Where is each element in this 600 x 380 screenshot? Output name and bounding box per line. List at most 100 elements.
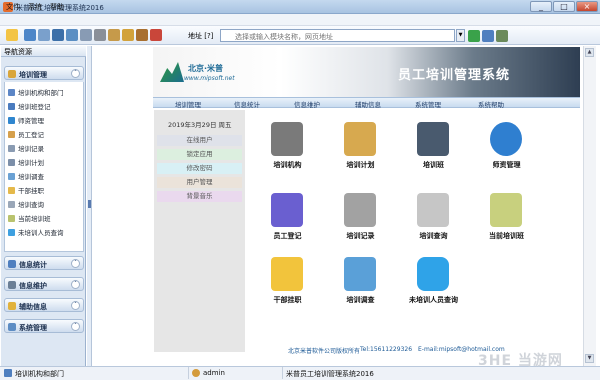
company-name: 北京·米普 xyxy=(188,64,224,73)
chevron-down-icon[interactable]: ˇ xyxy=(71,259,80,268)
tile-employee-register[interactable]: 员工登记 xyxy=(250,193,320,253)
nav-item-query[interactable]: 培训查询 xyxy=(8,199,44,209)
top-nav-help[interactable]: 系统帮助 xyxy=(478,99,504,109)
scroll-up-icon[interactable]: ▲ xyxy=(585,48,594,57)
nav-item-untrained-query[interactable]: 未培训人员查询 xyxy=(8,227,64,237)
tile-label: 未培训人员查询 xyxy=(409,296,458,304)
collapse-arrow-icon[interactable] xyxy=(88,200,91,208)
online-users-button[interactable]: 在线用户 xyxy=(157,135,242,146)
background-music-button[interactable]: 背景音乐 xyxy=(157,191,242,202)
top-nav-training[interactable]: 培训管理 xyxy=(175,99,201,109)
nav-item-class-register[interactable]: 培训班登记 xyxy=(8,101,51,111)
tile-plans[interactable]: 培训计划 xyxy=(323,122,393,182)
module-status-icon xyxy=(4,369,12,377)
address-label: 地址 [?] xyxy=(188,32,214,40)
group-label: 系统管理 xyxy=(19,324,47,332)
watermark: 3HE 当游网 xyxy=(478,353,563,369)
status-divider xyxy=(188,367,189,379)
tools-icon[interactable] xyxy=(108,29,120,41)
tile-label: 员工登记 xyxy=(273,232,302,240)
exit-icon[interactable] xyxy=(150,29,162,41)
side-column xyxy=(154,110,245,352)
top-nav-system[interactable]: 系统管理 xyxy=(415,99,441,109)
menu-bar xyxy=(0,14,600,26)
tile-label: 培训调查 xyxy=(346,296,375,304)
top-nav-statistics[interactable]: 信息统计 xyxy=(234,99,260,109)
nav-item-survey[interactable]: 培训调查 xyxy=(8,171,44,181)
menu-help[interactable]: 帮助 xyxy=(50,2,64,12)
calendar-clock-icon xyxy=(344,122,376,156)
teachers-icon xyxy=(490,122,522,156)
home-icon[interactable] xyxy=(38,29,50,41)
top-nav-auxiliary[interactable]: 辅助信息 xyxy=(355,99,381,109)
address-dropdown-icon[interactable]: ▼ xyxy=(456,29,465,42)
chevron-down-icon[interactable]: ˇ xyxy=(71,322,80,331)
scroll-down-icon[interactable]: ▼ xyxy=(585,354,594,363)
group-auxiliary[interactable]: 辅助信息 ˇ xyxy=(4,298,84,312)
nav-item-current-class[interactable]: 当前培训班 xyxy=(8,213,51,223)
open-icon[interactable] xyxy=(24,29,36,41)
records-icon xyxy=(344,193,376,227)
tile-label: 培训班 xyxy=(423,161,444,169)
star-doc-icon xyxy=(271,257,303,291)
gear-icon xyxy=(8,323,16,331)
minimize-button[interactable]: _ xyxy=(530,1,552,12)
print-icon[interactable] xyxy=(94,29,106,41)
tile-survey[interactable]: 培训调查 xyxy=(323,257,393,317)
go-icon[interactable] xyxy=(468,30,480,42)
tile-current-class[interactable]: 当前培训班 xyxy=(469,193,539,253)
tile-label: 培训记录 xyxy=(346,232,375,240)
tile-cadre-posting[interactable]: 干部挂职 xyxy=(250,257,320,317)
vertical-scrollbar[interactable] xyxy=(583,46,596,366)
close-button[interactable]: × xyxy=(576,1,598,12)
nav-item-employee-register[interactable]: 员工登记 xyxy=(8,129,44,139)
menu-system[interactable]: 系统 xyxy=(28,2,42,12)
tile-untrained-query[interactable]: 未培训人员查询 xyxy=(396,257,466,317)
tile-label: 干部挂职 xyxy=(273,296,302,304)
tile-label: 师资管理 xyxy=(492,161,521,169)
nav-item-teachers[interactable]: 师资管理 xyxy=(8,115,44,125)
top-nav-maintenance[interactable]: 信息维护 xyxy=(294,99,320,109)
maximize-button[interactable]: □ xyxy=(553,1,575,12)
tile-classes[interactable]: 培训班 xyxy=(396,122,466,182)
user-icon xyxy=(192,369,200,377)
chevron-down-icon[interactable]: ˇ xyxy=(71,280,80,289)
current-class-icon xyxy=(490,193,522,227)
menu-file[interactable]: 文件 xyxy=(6,2,20,12)
change-password-button[interactable]: 修改密码 xyxy=(157,163,242,174)
chevron-down-icon[interactable]: ˇ xyxy=(71,301,80,310)
refresh-icon[interactable] xyxy=(482,30,494,42)
banner-heading: 员工培训管理系统 xyxy=(398,68,511,83)
address-input[interactable] xyxy=(220,29,455,42)
nav-item-institutions[interactable]: 培训机构和部门 xyxy=(8,87,64,97)
user-management-button[interactable]: 用户管理 xyxy=(157,177,242,188)
group-maintenance[interactable]: 信息维护 ˇ xyxy=(4,277,84,291)
group-system[interactable]: 系统管理 ˇ xyxy=(4,319,84,333)
tile-query[interactable]: 培训查询 xyxy=(396,193,466,253)
calendar-icon[interactable] xyxy=(80,29,92,41)
tile-institutions[interactable]: 培训机构 xyxy=(250,122,320,182)
nav-item-cadre-posting[interactable]: 干部挂职 xyxy=(8,185,44,195)
nav-item-records[interactable]: 培训记录 xyxy=(8,143,44,153)
folder-class-icon xyxy=(417,122,449,156)
survey-folder-icon xyxy=(344,257,376,291)
group-statistics[interactable]: 信息统计 ˇ xyxy=(4,256,84,270)
back-icon[interactable] xyxy=(6,29,18,41)
chevron-up-icon[interactable]: ˆ xyxy=(71,69,80,78)
company-url: www.mipsoft.net xyxy=(184,75,235,82)
tile-teachers[interactable]: 师资管理 xyxy=(469,122,539,182)
group-label: 辅助信息 xyxy=(19,303,47,311)
tile-records[interactable]: 培训记录 xyxy=(323,193,393,253)
favorites-icon[interactable] xyxy=(496,30,508,42)
building-icon xyxy=(271,122,303,156)
lock-icon[interactable] xyxy=(122,29,134,41)
user-card-icon[interactable] xyxy=(52,29,64,41)
finder-icon xyxy=(271,193,303,227)
group-training-management[interactable]: 培训管理 ˆ xyxy=(4,66,84,80)
status-user: admin xyxy=(203,369,225,377)
lock-app-button[interactable]: 锁定应用 xyxy=(157,149,242,160)
search-doc-icon xyxy=(417,193,449,227)
info-icon[interactable] xyxy=(66,29,78,41)
nav-item-plans[interactable]: 培训计划 xyxy=(8,157,44,167)
key-icon[interactable] xyxy=(136,29,148,41)
